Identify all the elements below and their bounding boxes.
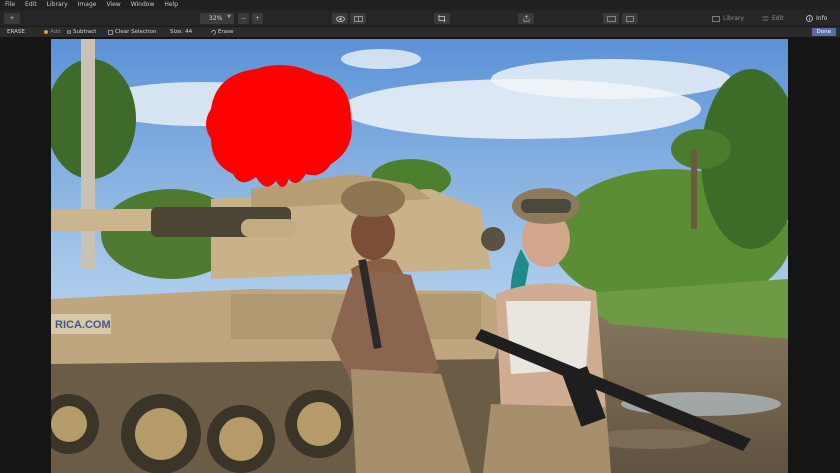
compare-icon xyxy=(353,15,363,22)
toolbar: + 32% ▼ − + Library Edit Info xyxy=(0,10,840,27)
add-tool-button[interactable]: + xyxy=(4,13,20,24)
add-dot-icon xyxy=(44,30,48,34)
info-tab[interactable]: Info xyxy=(806,13,827,24)
size-value: 44 xyxy=(185,29,193,35)
filmstrip-button[interactable] xyxy=(603,13,619,24)
minus-icon: − xyxy=(240,15,247,22)
fullscreen-button[interactable] xyxy=(622,13,638,24)
share-icon xyxy=(522,15,530,22)
plus-icon: + xyxy=(9,15,15,22)
done-button[interactable]: Done xyxy=(811,28,836,36)
brush-size[interactable]: Size: 44 xyxy=(170,27,192,37)
crop-icon xyxy=(438,15,446,22)
share-button[interactable] xyxy=(518,13,534,24)
menu-view[interactable]: View xyxy=(106,0,120,10)
edit-label: Edit xyxy=(772,15,784,22)
clear-selection-button[interactable]: Clear Selection xyxy=(108,27,156,37)
menu-bar: File Edit Library Image View Window Help xyxy=(0,0,840,10)
library-tab[interactable]: Library xyxy=(712,13,744,24)
window-icon xyxy=(626,15,634,22)
zoom-in-button[interactable]: + xyxy=(252,13,263,24)
library-icon xyxy=(712,15,720,22)
menu-file[interactable]: File xyxy=(5,0,15,10)
subtract-option[interactable]: Subtract xyxy=(67,27,96,37)
zoom-value: 32% xyxy=(209,15,223,22)
clear-icon xyxy=(108,29,113,35)
options-bar: ERASE Add Subtract Clear Selection Size:… xyxy=(0,27,840,37)
menu-library[interactable]: Library xyxy=(47,0,68,10)
grid-icon xyxy=(606,15,616,22)
info-label: Info xyxy=(816,15,828,22)
edit-tab[interactable]: Edit xyxy=(762,13,784,24)
preview-button[interactable] xyxy=(332,13,348,24)
tank-marking: RICA.COM xyxy=(55,319,111,331)
mode-label: ERASE xyxy=(7,29,25,35)
plus-icon: + xyxy=(254,15,261,22)
eye-icon xyxy=(335,15,345,22)
chevron-down-icon: ▼ xyxy=(227,14,231,20)
photo-canvas[interactable]: RICA.COM xyxy=(51,39,788,473)
crop-button[interactable] xyxy=(434,13,450,24)
add-option[interactable]: Add xyxy=(44,27,61,37)
menu-image[interactable]: Image xyxy=(78,0,97,10)
zoom-field[interactable]: 32% ▼ xyxy=(200,13,234,24)
compare-button[interactable] xyxy=(350,13,366,24)
sliders-icon xyxy=(762,16,769,21)
menu-window[interactable]: Window xyxy=(131,0,155,10)
photo-image: RICA.COM xyxy=(51,39,788,473)
subtract-dot-icon xyxy=(67,30,71,34)
library-label: Library xyxy=(723,15,744,22)
workspace: RICA.COM xyxy=(0,37,840,473)
clear-selection-label: Clear Selection xyxy=(115,29,157,35)
info-icon xyxy=(806,15,813,22)
menu-edit[interactable]: Edit xyxy=(25,0,37,10)
erase-button[interactable]: Erase xyxy=(211,27,233,37)
erase-label: Erase xyxy=(218,29,234,35)
menu-help[interactable]: Help xyxy=(164,0,178,10)
erase-icon xyxy=(211,29,216,35)
size-label: Size: xyxy=(170,29,184,35)
add-label: Add xyxy=(50,29,61,35)
subtract-label: Subtract xyxy=(73,29,97,35)
zoom-out-button[interactable]: − xyxy=(238,13,249,24)
